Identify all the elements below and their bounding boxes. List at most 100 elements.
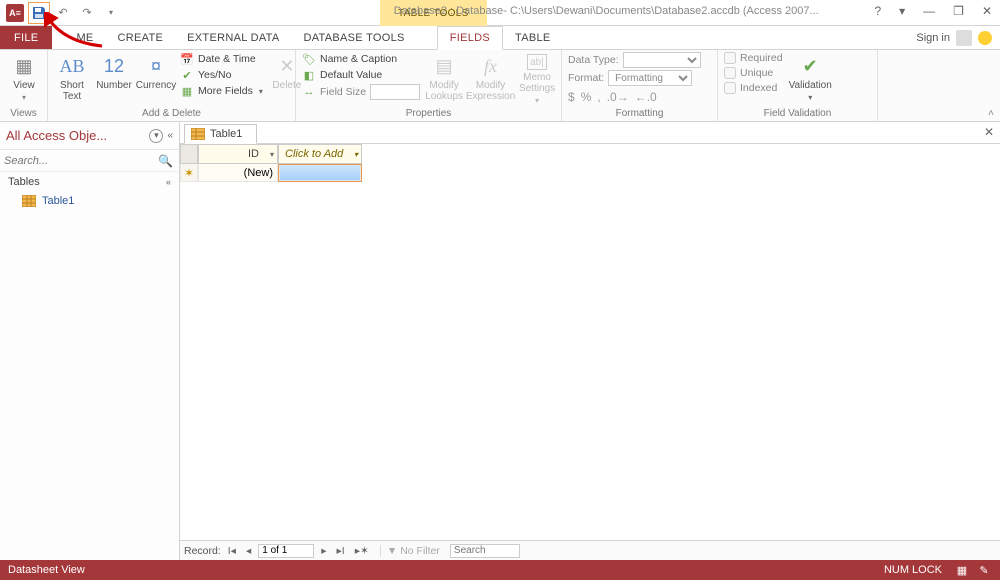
nav-item-table1[interactable]: Table1	[0, 192, 179, 210]
nav-menu-icon[interactable]: ▾	[149, 129, 163, 143]
modify-expression-button: fxModify Expression	[468, 52, 513, 102]
window-title: Database2 : Database- C:\Users\Dewani\Do…	[394, 5, 819, 17]
properties-mini: 🏷Name & Caption ◧Default Value ↔Field Si…	[302, 52, 420, 100]
main-area: All Access Obje... ▾ « 🔍 Tables « Table1…	[0, 122, 1000, 560]
table-icon	[191, 128, 205, 140]
format-select[interactable]: Formatting	[608, 70, 692, 86]
currency-format-icon: $	[568, 90, 575, 104]
number-button[interactable]: 12 Number	[96, 52, 132, 91]
currency-button[interactable]: ¤ Currency	[138, 52, 174, 91]
feedback-smiley-icon[interactable]	[978, 31, 992, 45]
datasheet-area: Table1 ✕ ID▾ Click to Add▾ ✶ (New) Recor…	[180, 122, 1000, 560]
lookups-icon: ▤	[432, 54, 456, 78]
more-fields-icon: ▦	[180, 84, 194, 98]
group-views-label: Views	[6, 107, 41, 121]
chevron-down-icon[interactable]: ▾	[354, 150, 358, 159]
default-value-button: ◧Default Value	[302, 68, 420, 82]
yes-no-button[interactable]: ✔Yes/No	[180, 68, 263, 82]
validation-button[interactable]: ✔ Validation ▾	[789, 52, 832, 102]
required-checkbox[interactable]: Required	[724, 52, 783, 64]
add-delete-mini: 📅Date & Time ✔Yes/No ▦More Fields▾	[180, 52, 263, 98]
row-selector[interactable]: ✶	[180, 164, 198, 182]
nav-group-tables[interactable]: Tables «	[0, 172, 179, 192]
number-format-buttons: $ % , .0→ ←.0	[568, 88, 657, 104]
new-row-icon: ✶	[184, 166, 194, 180]
signin-label: Sign in	[916, 32, 950, 44]
group-views: ▦ View ▾ Views	[0, 50, 48, 121]
numlock-indicator: NUM LOCK	[884, 564, 942, 576]
next-record-button[interactable]: ▸	[318, 545, 329, 557]
prev-record-button[interactable]: ◂	[243, 545, 254, 557]
ribbon-collapse-icon[interactable]: ˄	[988, 108, 994, 119]
tab-home[interactable]: ME	[52, 26, 105, 49]
calendar-icon: 📅	[180, 52, 194, 66]
navigation-pane: All Access Obje... ▾ « 🔍 Tables « Table1	[0, 122, 180, 560]
tab-fields[interactable]: FIELDS	[437, 26, 503, 50]
design-view-icon[interactable]: ✎	[976, 563, 992, 577]
cell-id-new[interactable]: (New)	[198, 164, 278, 182]
record-position-input[interactable]	[258, 544, 314, 558]
close-button[interactable]: ✕	[978, 2, 996, 20]
tab-file[interactable]: FILE	[0, 26, 52, 49]
check-icon: ✔	[180, 68, 194, 82]
percent-format-icon: %	[581, 90, 592, 104]
ribbon-tabs: FILE ME CREATE EXTERNAL DATA DATABASE TO…	[0, 26, 1000, 50]
cell-add-new[interactable]	[278, 164, 362, 182]
tab-table[interactable]: TABLE	[503, 26, 563, 49]
group-properties: 🏷Name & Caption ◧Default Value ↔Field Si…	[296, 50, 562, 121]
ribbon-collapse-button[interactable]: ▾	[895, 2, 909, 20]
undo-button[interactable]: ↶	[52, 2, 74, 24]
minimize-button[interactable]: —	[919, 2, 939, 20]
indexed-checkbox[interactable]: Indexed	[724, 82, 783, 94]
tag-icon: 🏷	[302, 52, 316, 66]
doc-tab-table1[interactable]: Table1	[184, 124, 257, 144]
more-fields-button[interactable]: ▦More Fields▾	[180, 84, 263, 98]
record-search-input[interactable]	[450, 544, 520, 558]
nav-collapse-icon[interactable]: «	[167, 130, 173, 141]
tab-external-data[interactable]: EXTERNAL DATA	[175, 26, 291, 49]
chevron-down-icon[interactable]: ▾	[270, 150, 274, 159]
field-size-row: ↔Field Size	[302, 84, 420, 100]
no-filter-indicator[interactable]: ▼No Filter	[380, 545, 440, 557]
nav-search-input[interactable]	[4, 155, 156, 167]
doc-close-button[interactable]: ✕	[984, 125, 994, 139]
nav-search: 🔍	[0, 150, 179, 172]
column-header-add[interactable]: Click to Add▾	[278, 144, 362, 164]
grid-header-row: ID▾ Click to Add▾	[180, 144, 1000, 164]
view-button[interactable]: ▦ View ▾	[6, 52, 42, 102]
first-record-button[interactable]: I◂	[225, 545, 239, 557]
qa-customize-dropdown[interactable]: ▾	[100, 2, 122, 24]
unique-checkbox[interactable]: Unique	[724, 67, 783, 79]
group-validation: Required Unique Indexed ✔ Validation ▾ F…	[718, 50, 878, 121]
nav-group-collapse-icon[interactable]: «	[166, 177, 171, 187]
modify-lookups-button: ▤Modify Lookups	[426, 52, 462, 102]
new-record-button[interactable]: ▸✶	[352, 545, 372, 557]
user-avatar-icon	[956, 30, 972, 46]
tab-database-tools[interactable]: DATABASE TOOLS	[291, 26, 416, 49]
select-all-cell[interactable]	[180, 144, 198, 164]
fx-icon: fx	[479, 54, 503, 78]
nav-header[interactable]: All Access Obje... ▾ «	[0, 122, 179, 150]
column-header-id[interactable]: ID▾	[198, 144, 278, 164]
datasheet-view-icon[interactable]: ▦	[954, 563, 970, 577]
data-type-row: Data Type:	[568, 52, 701, 68]
redo-button[interactable]: ↷	[76, 2, 98, 24]
signin-area[interactable]: Sign in	[916, 26, 992, 50]
group-validation-label: Field Validation	[724, 107, 871, 121]
group-add-delete: AB Short Text 12 Number ¤ Currency 📅Date…	[48, 50, 296, 121]
help-button[interactable]: ?	[870, 2, 885, 20]
short-text-button[interactable]: AB Short Text	[54, 52, 90, 102]
maximize-button[interactable]: ❐	[949, 2, 968, 20]
format-row: Format: Formatting	[568, 70, 692, 86]
tab-create[interactable]: CREATE	[106, 26, 176, 49]
status-bar: Datasheet View NUM LOCK ▦ ✎	[0, 560, 1000, 580]
grid-new-row[interactable]: ✶ (New)	[180, 164, 1000, 182]
group-properties-label: Properties	[302, 107, 555, 121]
data-type-select[interactable]	[623, 52, 701, 68]
save-button[interactable]	[28, 2, 50, 24]
search-icon[interactable]: 🔍	[156, 154, 175, 168]
date-time-button[interactable]: 📅Date & Time	[180, 52, 263, 66]
status-view-label: Datasheet View	[8, 564, 85, 576]
last-record-button[interactable]: ▸I	[334, 545, 348, 557]
quick-access-toolbar: A≡ ↶ ↷ ▾	[0, 2, 122, 24]
